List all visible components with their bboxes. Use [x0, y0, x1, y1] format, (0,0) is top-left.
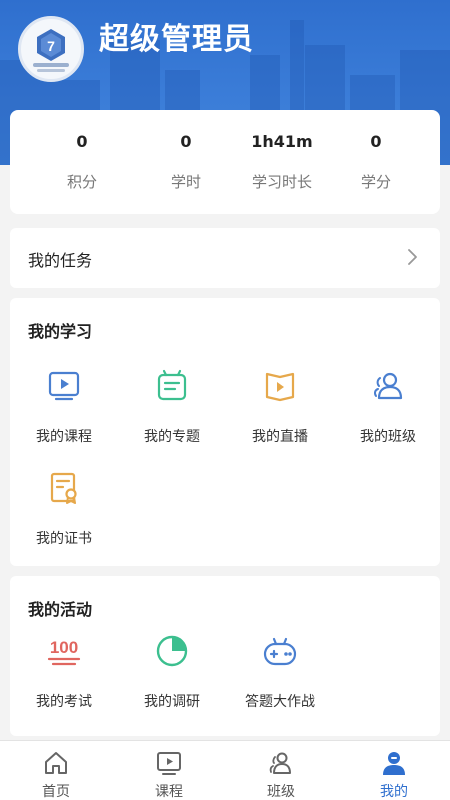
tab-label: 课程 — [155, 784, 183, 800]
grid-label: 我的调研 — [144, 694, 200, 710]
my-tasks-row[interactable]: 我的任务 — [10, 228, 440, 288]
my-exams-button[interactable]: 100 我的考试 — [10, 633, 118, 723]
home-icon — [45, 752, 67, 774]
section-title: 我的活动 — [28, 600, 93, 619]
quiz-battle-button[interactable]: 答题大作战 — [226, 633, 334, 723]
alarm-list-icon — [157, 369, 187, 401]
my-activities-section: 我的活动 100 我的考试 我的调研 答题大作战 — [10, 576, 440, 736]
my-certificates-button[interactable]: 我的证书 — [10, 470, 118, 560]
stats-card: 0 积分 0 学时 1h41m 学习时长 0 学分 — [10, 110, 440, 214]
stat-hours[interactable]: 0 学时 — [131, 110, 241, 214]
grid-label: 我的班级 — [360, 429, 416, 445]
tab-home[interactable]: 首页 — [0, 741, 112, 800]
section-title: 我的学习 — [28, 322, 93, 341]
chevron-right-icon — [408, 249, 417, 265]
my-tasks-label: 我的任务 — [28, 251, 93, 270]
gamepad-icon — [263, 637, 297, 666]
stat-credits[interactable]: 0 学分 — [321, 110, 431, 214]
avatar[interactable]: 7 — [18, 16, 84, 82]
video-screen-icon — [48, 371, 80, 401]
stat-label: 积分 — [66, 173, 97, 191]
tab-class[interactable]: 班级 — [225, 741, 337, 800]
grid-label: 我的专题 — [144, 429, 200, 445]
stat-value: 0 — [76, 132, 88, 151]
score-100-icon: 100 — [47, 638, 81, 666]
stat-points[interactable]: 0 积分 — [27, 110, 137, 214]
stat-value: 0 — [180, 132, 192, 151]
username: 超级管理员 — [99, 22, 254, 57]
class-users-icon — [269, 752, 291, 774]
live-book-icon — [265, 372, 295, 402]
my-live-button[interactable]: 我的直播 — [226, 368, 334, 458]
grid-label: 我的直播 — [252, 429, 308, 445]
my-surveys-button[interactable]: 我的调研 — [118, 633, 226, 723]
tab-label: 班级 — [267, 784, 295, 800]
tab-label: 首页 — [42, 784, 70, 800]
stat-value: 0 — [370, 132, 382, 151]
grid-label: 我的考试 — [36, 694, 92, 710]
my-study-section: 我的学习 我的课程 我的专题 我的直播 我的班级 我的证书 — [10, 298, 440, 566]
grid-label: 我的证书 — [36, 531, 92, 547]
pie-chart-icon — [156, 635, 188, 667]
my-courses-button[interactable]: 我的课程 — [10, 368, 118, 458]
my-topics-button[interactable]: 我的专题 — [118, 368, 226, 458]
profile-icon — [383, 752, 405, 775]
group-users-icon — [373, 372, 403, 400]
svg-text:100: 100 — [50, 638, 78, 657]
grid-label: 我的课程 — [36, 429, 92, 445]
tab-courses[interactable]: 课程 — [113, 741, 225, 800]
bottom-tab-bar: 首页 课程 班级 我的 — [0, 740, 450, 800]
stat-label: 学时 — [170, 173, 201, 191]
tab-mine[interactable]: 我的 — [338, 741, 450, 800]
certificate-icon — [50, 472, 77, 504]
stat-label: 学分 — [360, 173, 391, 191]
grid-label: 答题大作战 — [245, 694, 315, 710]
course-play-icon — [157, 752, 181, 775]
badge-logo-icon: 7 — [33, 29, 69, 72]
tab-label: 我的 — [380, 784, 408, 800]
svg-text:7: 7 — [47, 38, 55, 54]
my-class-button[interactable]: 我的班级 — [334, 368, 442, 458]
